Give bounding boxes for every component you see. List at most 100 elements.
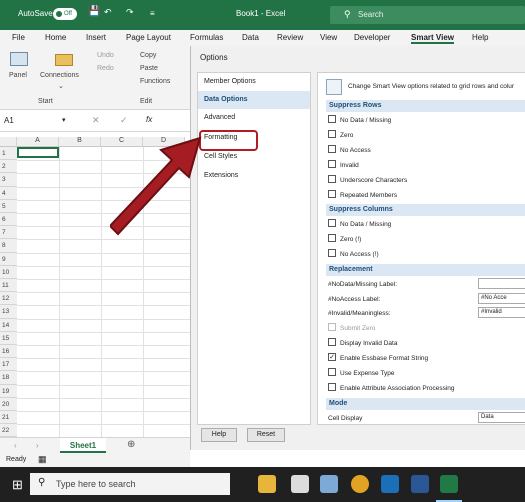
checkbox[interactable] <box>328 234 336 243</box>
cell-display-select[interactable]: Data <box>478 412 525 423</box>
row-header[interactable]: 2 <box>0 160 17 174</box>
scroll-right-icon[interactable]: › <box>36 441 39 450</box>
cols-no-data-option[interactable]: No Data / Missing <box>328 219 391 230</box>
checkbox[interactable] <box>328 383 336 392</box>
copy-button[interactable]: Copy <box>140 52 156 59</box>
functions-button[interactable]: Functions <box>140 78 170 85</box>
customize-qat-icon[interactable]: ≡ <box>150 9 155 18</box>
panel-button[interactable]: Panel <box>9 72 27 79</box>
ribbon-redo-button[interactable]: Redo <box>97 65 114 72</box>
accessibility-icon[interactable]: ▦ <box>38 454 47 465</box>
attribute-association-option[interactable]: Enable Attribute Association Processing <box>328 383 455 394</box>
rows-repeated-members-option[interactable]: Repeated Members <box>328 190 397 201</box>
invalid-input[interactable]: #Invalid <box>478 307 525 318</box>
row-header[interactable]: 18 <box>0 371 17 385</box>
rows-zero-option[interactable]: Zero <box>328 130 353 141</box>
cancel-icon[interactable]: ✕ <box>92 115 100 126</box>
row-header[interactable]: 9 <box>0 252 17 266</box>
tab-smart-view[interactable]: Smart View <box>411 33 454 44</box>
row-header[interactable]: 6 <box>0 213 17 227</box>
noaccess-input[interactable]: #No Acce <box>478 293 525 304</box>
tab-help[interactable]: Help <box>472 33 488 42</box>
name-box[interactable]: A1 <box>4 116 14 125</box>
excel-icon[interactable] <box>440 475 458 493</box>
column-header[interactable]: B <box>59 137 101 147</box>
cols-no-access-option[interactable]: No Access (!) <box>328 249 379 260</box>
rows-underscore-option[interactable]: Underscore Characters <box>328 175 407 186</box>
rows-invalid-option[interactable]: Invalid <box>328 160 359 171</box>
row-header[interactable]: 17 <box>0 358 17 372</box>
chrome-icon[interactable] <box>351 475 369 493</box>
row-header[interactable]: 19 <box>0 384 17 398</box>
row-header[interactable]: 1 <box>0 147 17 161</box>
row-header[interactable]: 4 <box>0 186 17 200</box>
checkbox[interactable] <box>328 190 336 199</box>
tab-developer[interactable]: Developer <box>354 33 390 42</box>
connections-button[interactable]: Connections <box>40 72 79 79</box>
tab-data[interactable]: Data <box>242 33 259 42</box>
row-header[interactable]: 14 <box>0 318 17 332</box>
row-header[interactable]: 21 <box>0 411 17 425</box>
panel-icon[interactable] <box>10 52 28 66</box>
reset-button[interactable]: Reset <box>247 428 285 442</box>
tab-home[interactable]: Home <box>45 33 66 42</box>
word-icon[interactable] <box>411 475 429 493</box>
tab-formulas[interactable]: Formulas <box>190 33 223 42</box>
file-explorer-icon[interactable] <box>258 475 276 493</box>
help-button[interactable]: Help <box>201 428 237 442</box>
essbase-format-option[interactable]: ✓ Enable Essbase Format String <box>328 353 428 364</box>
windows-start-icon[interactable]: ⊞ <box>12 477 23 493</box>
outlook-icon[interactable] <box>381 475 399 493</box>
submit-zero-option[interactable]: Submit Zero <box>328 323 375 334</box>
app-icon[interactable] <box>320 475 338 493</box>
chevron-down-icon[interactable]: ▾ <box>62 116 66 124</box>
rows-no-data-option[interactable]: No Data / Missing <box>328 115 391 126</box>
row-header[interactable]: 7 <box>0 226 17 240</box>
tab-review[interactable]: Review <box>277 33 303 42</box>
sheet-tab[interactable]: Sheet1 <box>60 438 106 453</box>
connections-icon[interactable] <box>55 54 73 66</box>
row-header[interactable]: 13 <box>0 305 17 319</box>
nav-member-options[interactable]: Member Options <box>198 73 310 91</box>
checkbox[interactable] <box>328 160 336 169</box>
row-header[interactable]: 8 <box>0 239 17 253</box>
display-invalid-option[interactable]: Display Invalid Data <box>328 338 397 349</box>
checkbox[interactable] <box>328 115 336 124</box>
select-all-corner[interactable] <box>0 137 17 147</box>
checkbox[interactable] <box>328 175 336 184</box>
row-header[interactable]: 20 <box>0 397 17 411</box>
selected-cell-a1[interactable] <box>17 147 59 158</box>
nav-advanced[interactable]: Advanced <box>198 109 310 127</box>
checkbox[interactable] <box>328 130 336 139</box>
column-header[interactable]: A <box>17 137 59 147</box>
row-header[interactable]: 11 <box>0 279 17 293</box>
row-header[interactable]: 16 <box>0 345 17 359</box>
checkbox[interactable] <box>328 338 336 347</box>
checkbox[interactable] <box>328 145 336 154</box>
tab-file[interactable]: File <box>12 33 25 42</box>
checkbox[interactable] <box>328 323 336 332</box>
checkbox[interactable] <box>328 219 336 228</box>
rows-no-access-option[interactable]: No Access <box>328 145 371 156</box>
cols-zero-option[interactable]: Zero (!) <box>328 234 361 245</box>
taskbar-search[interactable]: ⚲ Type here to search <box>30 473 230 495</box>
insert-function-icon[interactable]: fx <box>146 115 152 124</box>
add-sheet-icon[interactable]: ⊕ <box>127 439 135 450</box>
nav-data-options[interactable]: Data Options <box>198 91 310 109</box>
undo-icon[interactable]: ↶ <box>104 7 112 18</box>
checkbox[interactable] <box>328 368 336 377</box>
tab-insert[interactable]: Insert <box>86 33 106 42</box>
row-header[interactable]: 5 <box>0 199 17 213</box>
autosave-toggle[interactable]: Off <box>53 8 77 20</box>
search-box[interactable]: ⚲ Search <box>330 6 525 24</box>
save-icon[interactable]: 💾 <box>88 6 100 17</box>
tab-page-layout[interactable]: Page Layout <box>126 33 171 42</box>
ribbon-undo-button[interactable]: Undo <box>97 52 114 59</box>
store-icon[interactable] <box>291 475 309 493</box>
row-header[interactable]: 12 <box>0 292 17 306</box>
nodata-input[interactable] <box>478 278 525 289</box>
row-header[interactable]: 10 <box>0 265 17 279</box>
enter-icon[interactable]: ✓ <box>120 115 128 126</box>
row-header[interactable]: 15 <box>0 331 17 345</box>
paste-button[interactable]: Paste <box>140 65 158 72</box>
